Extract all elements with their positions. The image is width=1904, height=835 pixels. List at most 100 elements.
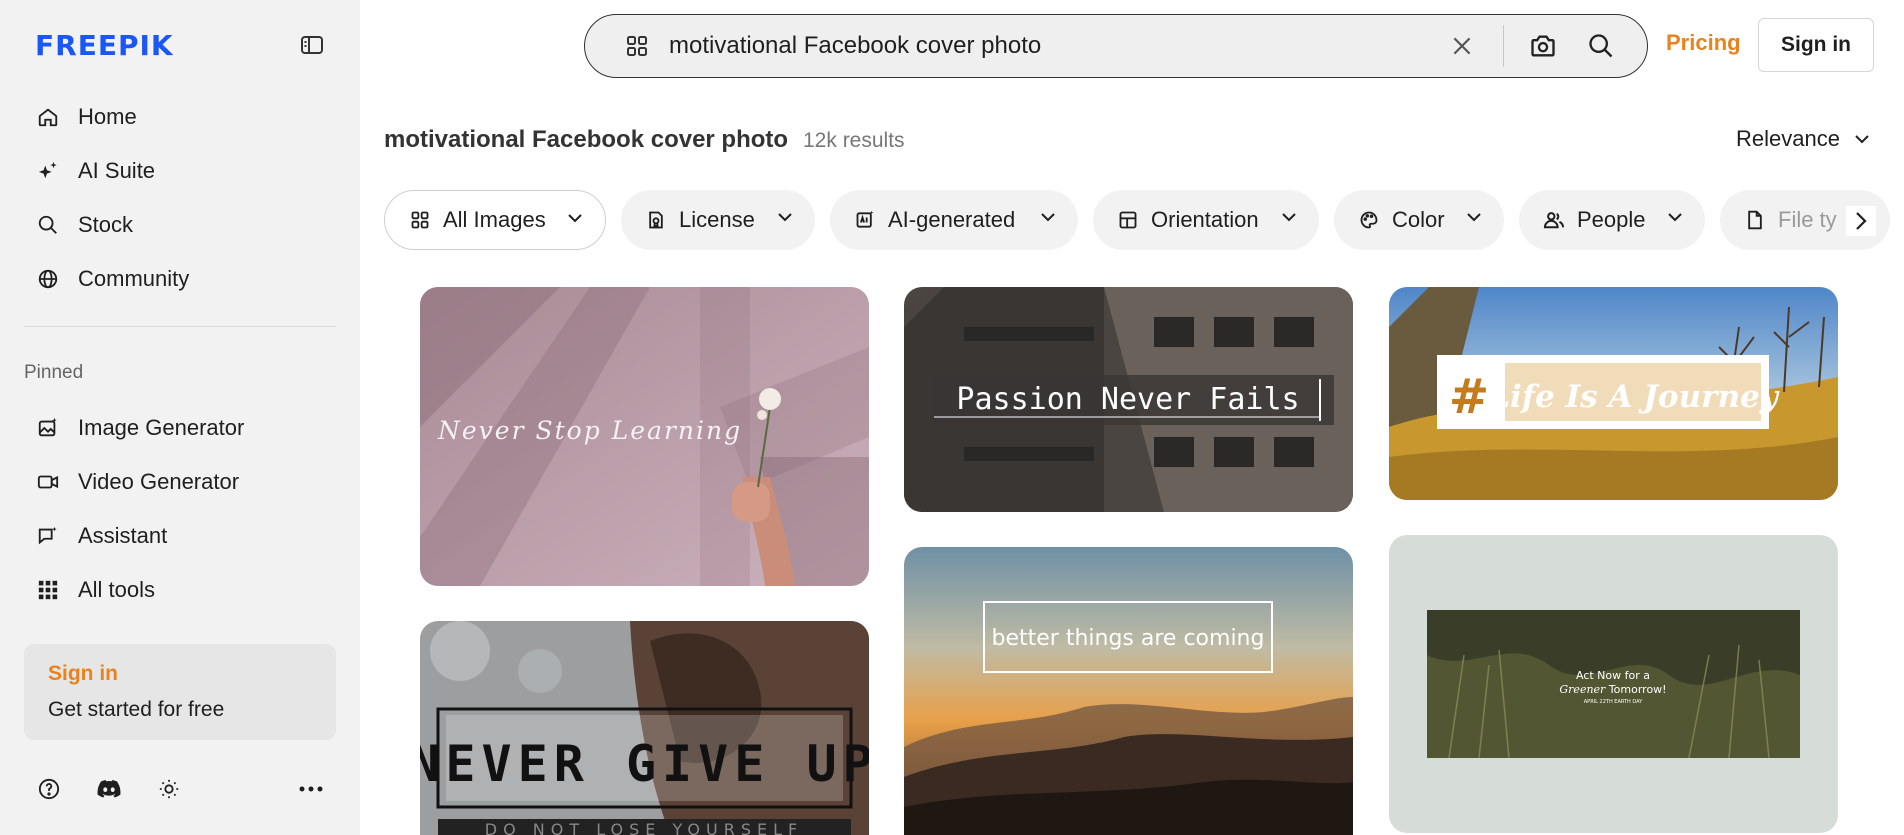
nav-item-label: All tools xyxy=(78,577,156,602)
chevron-down-icon xyxy=(1668,213,1682,222)
home-icon xyxy=(36,105,60,129)
filter-label: File ty xyxy=(1778,207,1837,232)
filter-bar: All Images License AI-generated Orientat… xyxy=(384,190,1890,254)
result-image: Act Now for a Greener Tomorrow! APRIL 22… xyxy=(1389,535,1838,833)
nav-item-label: Stock xyxy=(78,212,134,237)
filters-scroll-right-button[interactable] xyxy=(1846,206,1876,236)
nav-item-label: Home xyxy=(78,104,137,129)
nav-item-image-generator[interactable]: Image Generator xyxy=(24,401,336,455)
result-image: Passion Never Fails xyxy=(904,287,1353,512)
result-image: better things are coming xyxy=(904,547,1353,835)
nav-item-assistant[interactable]: Assistant xyxy=(24,509,336,563)
search-bar[interactable] xyxy=(584,14,1648,78)
grid-icon xyxy=(409,209,431,231)
chevron-down-icon xyxy=(1855,135,1869,144)
nav-item-label: Image Generator xyxy=(78,415,245,440)
nav-item-all-tools[interactable]: All tools xyxy=(24,563,336,617)
signin-button[interactable]: Sign in xyxy=(1758,18,1874,72)
sidebar-footer xyxy=(36,776,336,804)
card-caption: NEVER GIVE UP xyxy=(420,735,869,793)
result-image: NEVER GIVE UP DO NOT LOSE YOURSELF xyxy=(420,621,869,835)
result-image: # Life Is A Journey xyxy=(1389,287,1838,500)
nav-item-community[interactable]: Community xyxy=(24,252,336,306)
chevron-down-icon xyxy=(568,214,582,223)
search-input[interactable] xyxy=(669,27,1369,65)
filter-label: License xyxy=(679,207,755,232)
globe-icon xyxy=(36,267,60,291)
results-count: 12k results xyxy=(803,129,905,152)
filter-label: All Images xyxy=(443,207,546,232)
sidebar-signin-subtitle: Get started for free xyxy=(48,698,225,721)
file-icon xyxy=(1744,209,1766,231)
pricing-link[interactable]: Pricing xyxy=(1666,30,1741,56)
grid-dots-icon xyxy=(36,578,60,602)
filter-label: Color xyxy=(1392,207,1445,232)
sidebar-signin-link[interactable]: Sign in xyxy=(48,662,312,686)
camera-icon[interactable] xyxy=(1529,32,1557,65)
filter-license[interactable]: License xyxy=(621,190,815,250)
more-icon[interactable] xyxy=(298,776,324,802)
filter-people[interactable]: People xyxy=(1519,190,1705,250)
discord-icon[interactable] xyxy=(96,776,122,802)
card-caption: Life Is A Journey xyxy=(1487,379,1779,415)
result-image: Never Stop Learning xyxy=(420,287,869,586)
filter-orientation[interactable]: Orientation xyxy=(1093,190,1319,250)
video-icon xyxy=(36,470,60,494)
nav-item-label: Video Generator xyxy=(78,469,240,494)
search-icon xyxy=(36,213,60,237)
layout-icon xyxy=(1117,209,1139,231)
chat-icon xyxy=(36,524,60,548)
card-subcaption: DO NOT LOSE YOURSELF xyxy=(485,820,803,835)
nav-item-video-generator[interactable]: Video Generator xyxy=(24,455,336,509)
sparkles-icon xyxy=(36,159,60,183)
freepik-logo[interactable]: FREEPIK xyxy=(35,28,174,62)
search-icon[interactable] xyxy=(1587,32,1615,65)
sidebar-toggle-icon xyxy=(301,36,323,54)
result-card[interactable]: NEVER GIVE UP DO NOT LOSE YOURSELF xyxy=(420,621,869,835)
chevron-down-icon xyxy=(1467,213,1481,222)
nav-item-label: Community xyxy=(78,266,190,291)
sidebar-divider xyxy=(24,326,336,327)
pinned-heading: Pinned xyxy=(24,362,84,383)
chevron-down-icon xyxy=(778,213,792,222)
result-card[interactable]: Never Stop Learning xyxy=(420,287,869,586)
pinned-nav: Image Generator Video Generator Assistan… xyxy=(24,401,336,617)
ai-icon xyxy=(854,209,876,231)
card-hash: # xyxy=(1449,369,1489,425)
nav-item-label: Assistant xyxy=(78,523,168,548)
filter-label: Orientation xyxy=(1151,207,1259,232)
filter-color[interactable]: Color xyxy=(1334,190,1504,250)
card-caption: Passion Never Fails xyxy=(956,382,1299,417)
theme-sun-icon[interactable] xyxy=(156,776,182,802)
grid-icon[interactable] xyxy=(625,34,649,63)
card-caption: better things are coming xyxy=(992,626,1265,651)
people-icon xyxy=(1543,209,1565,231)
collapse-sidebar-button[interactable] xyxy=(298,32,326,58)
filter-ai-generated[interactable]: AI-generated xyxy=(830,190,1078,250)
card-caption: Never Stop Learning xyxy=(437,416,742,445)
filter-all-images[interactable]: All Images xyxy=(384,190,606,250)
sort-value: Relevance xyxy=(1736,126,1840,151)
result-card[interactable]: # Life Is A Journey xyxy=(1389,287,1838,500)
chevron-right-icon xyxy=(1856,212,1867,230)
logo-text: FREEPIK xyxy=(35,28,174,62)
nav-item-home[interactable]: Home xyxy=(24,90,336,144)
chevron-down-icon xyxy=(1282,213,1296,222)
help-icon[interactable] xyxy=(36,776,62,802)
sidebar: FREEPIK Home AI Suite Stock Community Pi… xyxy=(0,0,360,835)
clear-icon[interactable] xyxy=(1449,33,1475,64)
result-card[interactable]: Act Now for a Greener Tomorrow! APRIL 22… xyxy=(1389,535,1838,833)
card-caption-line2: Greener Tomorrow! xyxy=(1559,683,1666,696)
nav-item-stock[interactable]: Stock xyxy=(24,198,336,252)
nav-item-label: AI Suite xyxy=(78,158,156,183)
chevron-down-icon xyxy=(1041,213,1055,222)
result-card[interactable]: Passion Never Fails xyxy=(904,287,1353,512)
sort-dropdown[interactable]: Relevance xyxy=(1736,126,1870,152)
nav-item-ai-suite[interactable]: AI Suite xyxy=(24,144,336,198)
filter-label: AI-generated xyxy=(888,207,1016,232)
result-card[interactable]: better things are coming xyxy=(904,547,1353,835)
license-icon xyxy=(645,209,667,231)
filter-label: People xyxy=(1577,207,1646,232)
card-small-text: APRIL 22TH EARTH DAY xyxy=(1584,699,1643,705)
sidebar-signin-card[interactable]: Sign in Get started for free xyxy=(24,644,336,740)
